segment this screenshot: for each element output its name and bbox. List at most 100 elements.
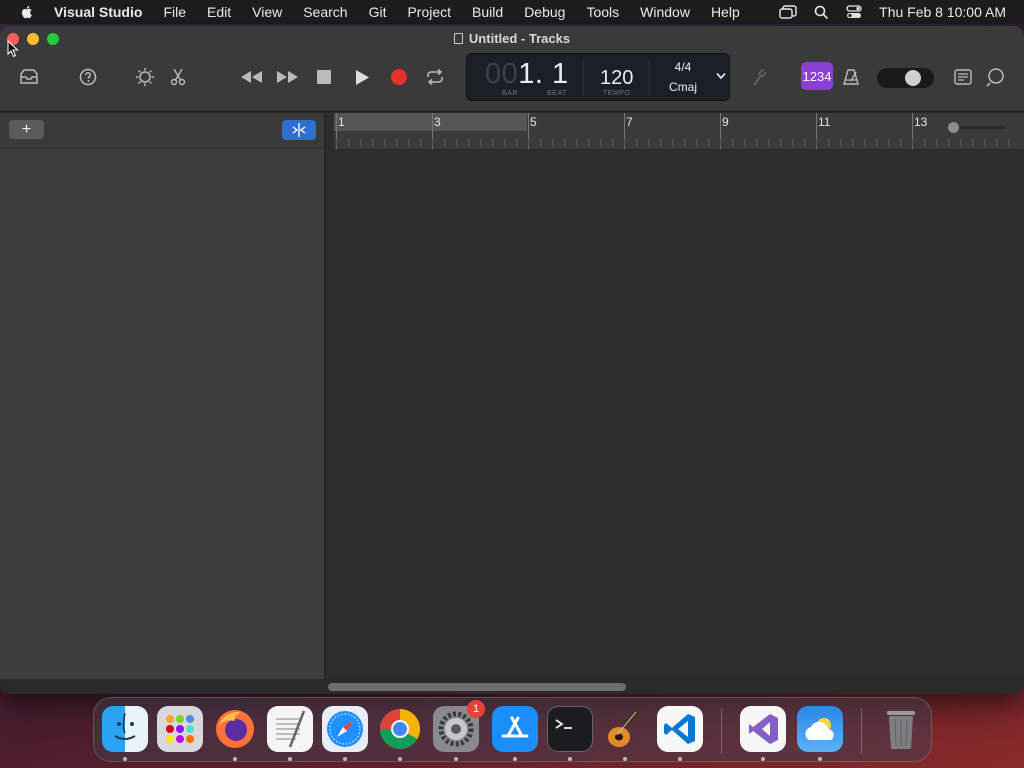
ruler-tick <box>732 139 733 147</box>
lcd-display[interactable]: 001. 1 BAR BEAT 120 TEMPO 4/4 Cmaj <box>466 53 730 101</box>
dock-textedit[interactable] <box>267 706 313 752</box>
dock-visual-studio[interactable] <box>740 706 786 752</box>
rewind-icon <box>241 71 262 83</box>
zoom-slider[interactable] <box>946 121 1010 133</box>
quick-help-button[interactable] <box>77 66 99 88</box>
ruler-tick <box>384 139 385 147</box>
tuning-fork-icon <box>753 68 767 86</box>
ruler-tick <box>708 139 709 147</box>
library-icon <box>20 69 38 84</box>
menu-debug[interactable]: Debug <box>524 4 565 20</box>
metronome-button[interactable] <box>840 66 862 88</box>
smart-controls-icon <box>136 68 154 86</box>
running-indicator <box>761 757 765 761</box>
dock-weather[interactable] <box>797 706 843 752</box>
dock-firefox[interactable] <box>212 706 258 752</box>
smart-controls-button[interactable] <box>134 66 156 88</box>
vscode-icon <box>664 714 695 744</box>
cycle-button[interactable] <box>424 66 446 88</box>
cycle-icon <box>427 69 443 85</box>
menu-git[interactable]: Git <box>369 4 387 20</box>
menu-project[interactable]: Project <box>407 4 451 20</box>
menu-file[interactable]: File <box>163 4 186 20</box>
library-button[interactable] <box>18 66 40 88</box>
ruler-tick <box>564 139 565 147</box>
running-indicator <box>454 757 458 761</box>
ruler-tick <box>444 139 445 147</box>
cycle-region[interactable] <box>334 113 527 131</box>
apple-menu-icon[interactable] <box>19 4 35 20</box>
ruler-tick <box>972 139 973 147</box>
loop-browser-button[interactable] <box>985 66 1007 88</box>
loop-browser-icon <box>986 68 1004 87</box>
volume-knob[interactable] <box>905 70 921 86</box>
time-signature[interactable]: 4/4 <box>668 60 698 74</box>
menu-tools[interactable]: Tools <box>586 4 619 20</box>
ruler-tick <box>456 139 457 147</box>
menu-bar: Visual Studio File Edit View Search Git … <box>0 0 1024 24</box>
stage-manager-icon[interactable] <box>779 5 797 19</box>
menubar-clock[interactable]: Thu Feb 8 10:00 AM <box>879 4 1006 20</box>
ruler-tick <box>864 139 865 147</box>
garageband-icon <box>608 709 639 747</box>
menu-help[interactable]: Help <box>711 4 740 20</box>
menu-build[interactable]: Build <box>472 4 503 20</box>
ruler-tick <box>420 139 421 147</box>
editors-button[interactable] <box>167 66 189 88</box>
horizontal-scrollbar[interactable] <box>328 683 626 691</box>
tracks-area[interactable]: 1 3 5 7 9 11 13 <box>326 113 1024 679</box>
ruler-tick <box>888 139 889 147</box>
menu-view[interactable]: View <box>252 4 282 20</box>
play-button[interactable] <box>351 66 373 88</box>
notepad-button[interactable] <box>952 66 974 88</box>
ruler-tick <box>876 139 877 147</box>
ruler-tick <box>684 139 685 147</box>
key-signature[interactable]: Cmaj <box>666 80 700 94</box>
dock-vscode[interactable] <box>657 706 703 752</box>
tuner-button[interactable] <box>748 66 770 88</box>
tempo-value[interactable]: 120 <box>600 67 633 90</box>
count-in-button[interactable]: 1234 <box>801 62 833 90</box>
catch-playhead-button[interactable] <box>282 120 316 140</box>
ruler-tick <box>504 139 505 147</box>
dock-safari[interactable] <box>322 706 368 752</box>
dock-terminal[interactable] <box>547 706 593 752</box>
running-indicator <box>568 757 572 761</box>
menu-edit[interactable]: Edit <box>207 4 231 20</box>
appstore-icon <box>501 716 529 738</box>
ruler-bar-number: 1 <box>338 115 345 129</box>
rewind-button[interactable] <box>238 66 264 88</box>
menu-window[interactable]: Window <box>640 4 690 20</box>
dock-system-settings[interactable]: 1 <box>433 700 485 752</box>
lcd-chevron-down-icon[interactable] <box>716 72 726 80</box>
dock-app-store[interactable] <box>492 706 538 752</box>
window-toolbar: Untitled - Tracks 001. 1 BAR BEAT 120 TE… <box>0 26 1024 112</box>
control-center-icon[interactable] <box>846 5 862 19</box>
stop-button[interactable] <box>313 66 335 88</box>
menu-search[interactable]: Search <box>303 4 347 20</box>
timeline-ruler[interactable]: 1 3 5 7 9 11 13 <box>334 113 1024 149</box>
running-indicator <box>343 757 347 761</box>
record-button[interactable] <box>388 66 410 88</box>
menu-app-name[interactable]: Visual Studio <box>54 4 142 20</box>
spotlight-search-icon[interactable] <box>814 5 829 20</box>
ruler-tick <box>348 139 349 147</box>
dock-launchpad[interactable] <box>157 706 203 752</box>
dock-finder[interactable] <box>102 706 148 752</box>
stop-icon <box>317 70 331 84</box>
fast-forward-button[interactable] <box>275 66 301 88</box>
ruler-tick <box>660 139 661 147</box>
running-indicator <box>288 757 292 761</box>
ruler-tick <box>912 139 913 147</box>
dock-garageband[interactable] <box>602 706 648 752</box>
master-volume-slider[interactable] <box>877 68 934 88</box>
dock-trash[interactable] <box>878 706 924 752</box>
ruler-tick <box>624 139 625 147</box>
ruler-tick <box>612 139 613 147</box>
bar-label: BAR <box>502 90 518 97</box>
dock-chrome[interactable] <box>377 706 423 752</box>
lcd-divider <box>649 60 650 96</box>
ruler-bar-number: 3 <box>434 115 441 129</box>
add-track-button[interactable]: + <box>9 120 44 139</box>
zoom-slider-thumb[interactable] <box>948 122 959 133</box>
